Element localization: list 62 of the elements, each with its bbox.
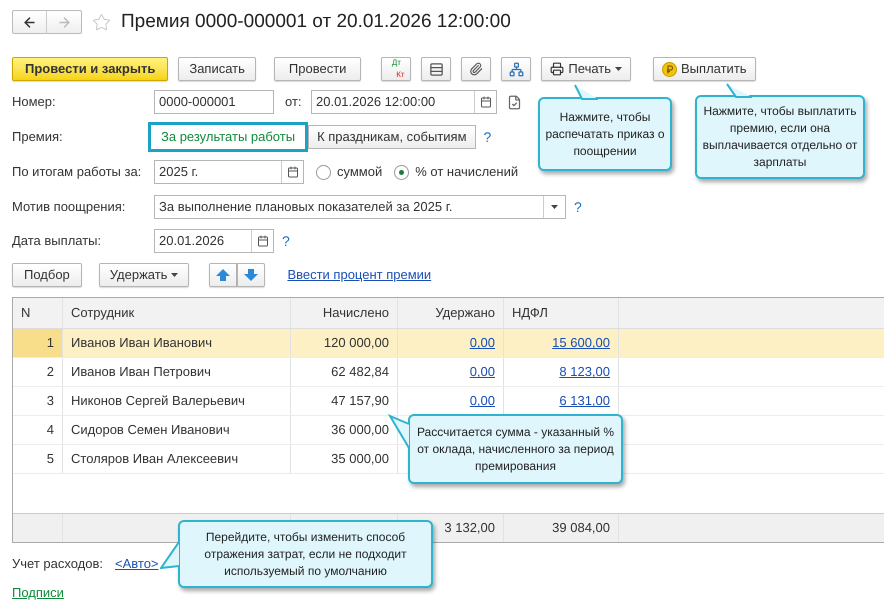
field-label: от: (285, 93, 303, 112)
signatures-link[interactable]: Подписи (12, 585, 64, 600)
table-cell: 1 (13, 329, 63, 357)
premium-type-toggle[interactable]: За результаты работы (148, 122, 308, 152)
table-cell: 62 482,84 (291, 358, 398, 386)
field-label: Учет расходов: (12, 555, 103, 574)
help-link[interactable]: ? (484, 126, 492, 148)
hint-callout: Нажмите, чтобы выплатить премию, если она выплачивается отдельно от зарплаты (695, 95, 865, 179)
table-cell: 5 (13, 445, 63, 473)
number-field[interactable]: 0000-000001 (154, 90, 274, 114)
date-field[interactable]: 20.01.2026 12:00:00 (311, 90, 497, 114)
help-link[interactable]: ? (282, 230, 290, 252)
column-header[interactable]: Начислено (291, 298, 398, 328)
table-row[interactable]: 2 Иванов Иван Петрович 62 482,84 0,00 8 123,00 (13, 358, 884, 387)
table-row[interactable]: 1 Иванов Иван Иванович 120 000,00 0,00 15 600,00 (13, 329, 884, 358)
table-cell: Иванов Иван Петрович (63, 358, 291, 386)
print-button[interactable]: Печать (541, 57, 632, 81)
radio-label: % от начислений (415, 163, 518, 182)
withheld-link[interactable]: 0,00 (470, 391, 495, 411)
motive-select[interactable]: За выполнение плановых показателей за 2025 г. (154, 195, 566, 219)
table-cell: 4 (13, 416, 63, 444)
pick-button[interactable]: Подбор (12, 263, 82, 287)
table-row[interactable]: 3 Никонов Сергей Валерьевич 47 157,90 0,00 6 131,00 (13, 387, 884, 416)
field-label: Премия: (12, 128, 64, 146)
help-link[interactable]: ? (574, 196, 582, 218)
column-header[interactable]: НДФЛ (504, 298, 619, 328)
withheld-link[interactable]: 0,00 (470, 362, 495, 382)
ndfl-link[interactable]: 6 131,00 (559, 391, 610, 411)
enter-percent-link[interactable]: Ввести процент премии (287, 265, 432, 285)
column-header[interactable]: Удержано (398, 298, 504, 328)
table-cell: 3 (13, 387, 63, 415)
table-cell: Столяров Иван Алексеевич (63, 445, 291, 473)
table-cell: Никонов Сергей Валерьевич (63, 387, 291, 415)
field-label: По итогам работы за: (12, 163, 142, 182)
column-header[interactable]: Сотрудник (63, 298, 291, 328)
hint-callout: Перейдите, чтобы изменить способ отражения затрат, если не подходит используемый по умолчанию (178, 520, 433, 588)
table-cell: 2 (13, 358, 63, 386)
toolbar-button[interactable]: Записать (178, 57, 256, 81)
field-label: Дата выплаты: (12, 232, 102, 250)
column-header[interactable]: N (13, 298, 63, 328)
post-and-close-button[interactable]: Провести и закрыть (12, 57, 168, 81)
table-cell: 35 000,00 (291, 445, 398, 473)
table-cell: Иванов Иван Иванович (63, 329, 291, 357)
premium-type-toggle[interactable]: К праздникам, событиям (308, 125, 476, 149)
expense-mode-link[interactable]: <Авто> (115, 554, 159, 574)
radio-label: суммой (337, 163, 382, 182)
withhold-button[interactable]: Удержать (98, 263, 190, 287)
ndfl-link[interactable]: 15 600,00 (552, 333, 610, 353)
field-label: Мотив поощрения: (12, 198, 126, 216)
toolbar-button[interactable]: Провести (274, 57, 362, 81)
period-field[interactable]: 2025 г. (154, 160, 304, 184)
table-cell: 120 000,00 (291, 329, 398, 357)
pay-date-field[interactable]: 20.01.2026 (154, 229, 274, 253)
total-cell: 39 084,00 (504, 514, 619, 542)
ndfl-link[interactable]: 8 123,00 (559, 362, 610, 382)
window-title: Премия 0000-000001 от 20.01.2026 12:00:00 (121, 10, 511, 34)
field-label: Номер: (12, 93, 57, 112)
hint-callout: Нажмите, чтобы распечатать приказ о поощрении (538, 97, 672, 171)
table-cell: Сидоров Семен Иванович (63, 416, 291, 444)
withheld-link[interactable]: 0,00 (470, 333, 495, 353)
ledger-button[interactable]: Дт Кт (381, 57, 412, 81)
pay-button[interactable]: Выплатить (653, 57, 756, 81)
